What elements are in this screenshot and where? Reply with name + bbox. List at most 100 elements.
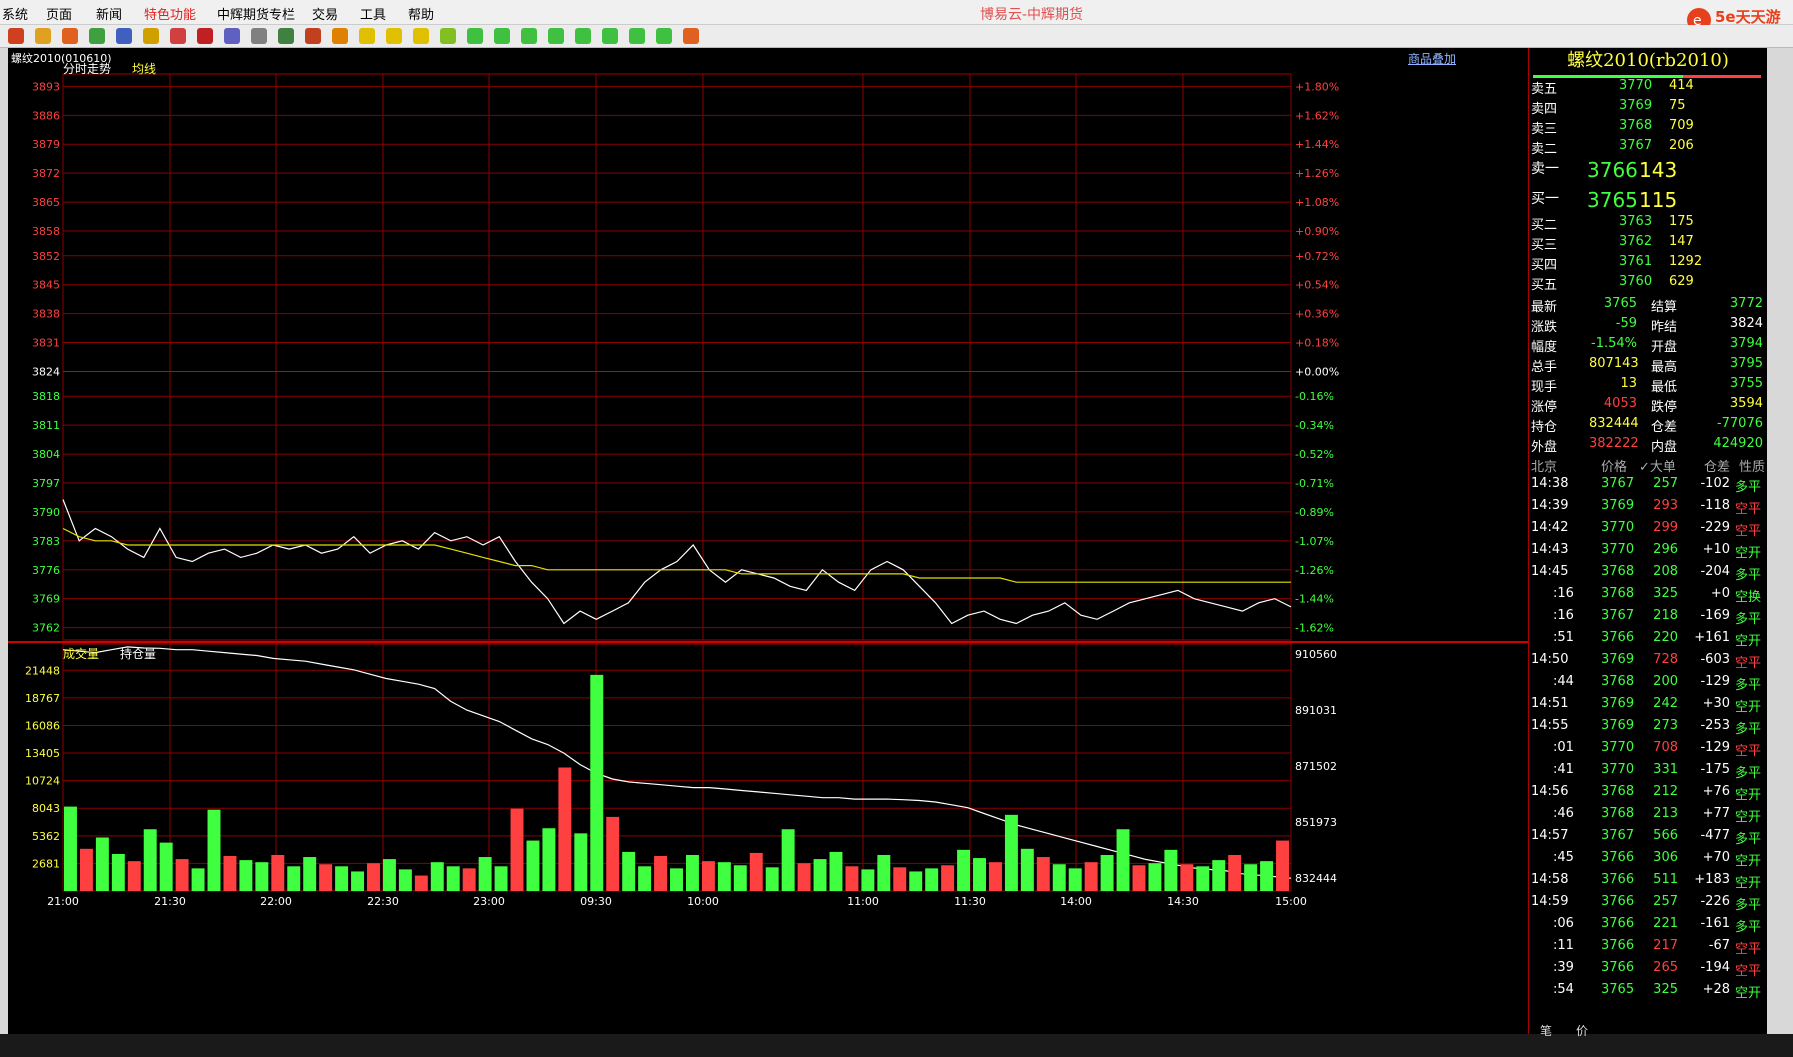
menu-tools[interactable]: 工具	[360, 4, 386, 23]
tab-avg[interactable]: 均线	[132, 60, 156, 77]
tick-oi: -175	[1700, 762, 1730, 777]
volume-bar	[558, 767, 572, 891]
toolbar-icon-15[interactable]	[413, 28, 429, 44]
y-tick-right: -0.16%	[1295, 390, 1334, 403]
bid-price: 3765	[1587, 188, 1638, 212]
menu-trade[interactable]: 交易	[312, 4, 338, 23]
y-tick-right: +1.44%	[1295, 138, 1339, 151]
y-tick-left: 3790	[32, 506, 60, 519]
toolbar-icon-6[interactable]	[170, 28, 186, 44]
tick-oi: +30	[1702, 696, 1730, 711]
x-tick: 22:00	[260, 895, 292, 908]
quote-title: 螺纹2010(rb2010)	[1567, 50, 1729, 71]
toolbar-icon-0[interactable]	[8, 28, 24, 44]
x-tick: 11:00	[847, 895, 879, 908]
toolbar-icon-10[interactable]	[278, 28, 294, 44]
volume-bar	[64, 806, 77, 891]
volume-bar	[478, 857, 492, 891]
oi-tick-right: 851973	[1295, 816, 1337, 829]
y-tick-right: +0.54%	[1295, 279, 1339, 292]
volume-bar	[733, 865, 747, 891]
volume-bar	[303, 857, 317, 891]
tick-nature: 多平	[1735, 920, 1762, 935]
tick-volume: 306	[1653, 850, 1678, 865]
ticks-header: 北京 价格 ✓大单 仓差 性质	[1529, 454, 1767, 475]
y-tick-left: 3818	[32, 390, 60, 403]
volume-bar	[542, 828, 556, 891]
tick-price: 3768	[1601, 784, 1635, 799]
tab-timeshare[interactable]: 分时走势	[63, 60, 111, 77]
ticks-tab-1[interactable]: 价	[1576, 1022, 1588, 1038]
menu-features[interactable]: 特色功能	[144, 4, 196, 23]
left-tab-strip[interactable]	[0, 48, 8, 1034]
toolbar-icon-12[interactable]	[332, 28, 348, 44]
tick-price: 3766	[1601, 894, 1635, 909]
stat-value: 3794	[1729, 336, 1763, 351]
tick-volume: 566	[1653, 828, 1678, 843]
chart-area[interactable]: 螺纹2010(010610) 商品叠加 3893 +1.80% 3886 +1.62%…	[8, 48, 1528, 1034]
stat-value: 3594	[1729, 396, 1763, 411]
volume-bar	[430, 862, 444, 891]
toolbar-icon-25[interactable]	[683, 28, 699, 44]
volume-bar	[287, 866, 301, 891]
toolbar-icon-20[interactable]	[548, 28, 564, 44]
stat-label: 涨停	[1531, 400, 1558, 415]
tick-nature: 多平	[1735, 678, 1762, 693]
tick-row: 14:38 3767 257 -102 多平	[1529, 474, 1767, 496]
volume-bar	[175, 859, 189, 891]
stat-label: 持仓	[1531, 420, 1558, 435]
ticks-tab-0[interactable]: 笔	[1540, 1022, 1552, 1038]
toolbar-icon-14[interactable]	[386, 28, 402, 44]
menu-help[interactable]: 帮助	[408, 4, 434, 23]
stat-value: -59	[1615, 316, 1637, 331]
toolbar-icon-8[interactable]	[224, 28, 240, 44]
ask-label: 卖四	[1531, 102, 1558, 117]
tick-row: 14:51 3769 242 +30 空开	[1529, 694, 1767, 716]
menu-system[interactable]: 系统	[2, 4, 28, 23]
toolbar-icon-21[interactable]	[575, 28, 591, 44]
toolbar-icon-3[interactable]	[89, 28, 105, 44]
toolbar-icon-9[interactable]	[251, 28, 267, 44]
ask-row: 卖四 3769 75	[1529, 96, 1767, 117]
stat-row: 总手 807143 最高 3795	[1529, 354, 1767, 375]
toolbar-icon-11[interactable]	[305, 28, 321, 44]
tick-oi: +76	[1702, 784, 1730, 799]
volume-bar	[877, 854, 891, 891]
tick-oi: +28	[1702, 982, 1730, 997]
toolbar-icon-13[interactable]	[359, 28, 375, 44]
intraday-chart[interactable]: 3893 +1.80% 3886 +1.62% 3879 +1.44% 3872 +1.26%…	[8, 48, 1528, 1034]
volume-bar	[494, 866, 508, 891]
stat-row: 现手 13 最低 3755	[1529, 374, 1767, 395]
right-tab-strip[interactable]	[1767, 48, 1793, 1034]
menu-bar: 系统 页面 新闻 特色功能 中辉期货专栏 交易 工具 帮助 博易云-中辉期货 e…	[0, 0, 1793, 37]
volume-bar	[861, 869, 875, 891]
menu-broker-column[interactable]: 中辉期货专栏	[217, 4, 295, 23]
tick-oi: -603	[1700, 652, 1730, 667]
toolbar-icon-1[interactable]	[35, 28, 51, 44]
stat-label: 最新	[1531, 300, 1558, 315]
toolbar-icon-19[interactable]	[521, 28, 537, 44]
volume-bar	[1260, 861, 1274, 891]
toolbar-icon-23[interactable]	[629, 28, 645, 44]
tick-time: 14:58	[1531, 872, 1569, 887]
tick-volume: 257	[1653, 476, 1678, 491]
toolbar-icon-5[interactable]	[143, 28, 159, 44]
menu-news[interactable]: 新闻	[96, 4, 122, 23]
toolbar-icon-16[interactable]	[440, 28, 456, 44]
tick-row: :54 3765 325 +28 空开	[1529, 980, 1767, 1002]
toolbar-icon-24[interactable]	[656, 28, 672, 44]
tick-volume: 273	[1653, 718, 1678, 733]
volume-bar	[749, 852, 763, 891]
stat-row: 涨跌 -59 昨结 3824	[1529, 314, 1767, 335]
toolbar-icon-4[interactable]	[116, 28, 132, 44]
toolbar-icon-22[interactable]	[602, 28, 618, 44]
menu-page[interactable]: 页面	[46, 4, 72, 23]
toolbar-icon-18[interactable]	[494, 28, 510, 44]
toolbar-icon-2[interactable]	[62, 28, 78, 44]
toolbar-icon-7[interactable]	[197, 28, 213, 44]
toolbar-icon-17[interactable]	[467, 28, 483, 44]
stat-value: -77076	[1716, 416, 1763, 431]
volume-bar	[398, 869, 412, 891]
tick-price: 3766	[1601, 960, 1635, 975]
svg-text:5e天天游: 5e天天游	[1715, 8, 1781, 26]
